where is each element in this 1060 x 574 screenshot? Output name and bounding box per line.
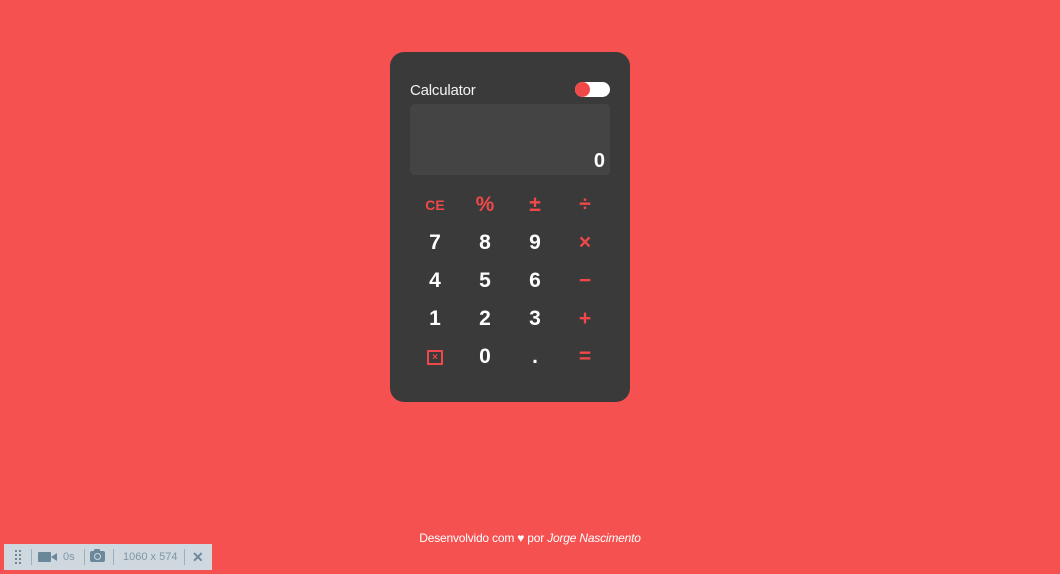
- page: Calculator 0 CE% ± ÷ 7 8 9 × 4 5 6−1 2 3 + × 0. = Desen…: [0, 0, 1060, 574]
- divider: [113, 549, 114, 565]
- author-link[interactable]: Jorge Nascimento: [547, 531, 641, 545]
- footer-credit: Desenvolvido com ♥ por Jorge Nascimento: [0, 531, 1060, 545]
- digit-2-button[interactable]: 2: [460, 300, 510, 338]
- divider: [184, 549, 185, 565]
- camera-icon[interactable]: [90, 549, 105, 562]
- record-timer: 0s: [63, 551, 75, 563]
- percent-button[interactable]: %: [460, 186, 510, 224]
- multiply-button[interactable]: ×: [560, 224, 610, 262]
- drag-handle-icon[interactable]: [15, 550, 23, 564]
- equals-button[interactable]: =: [560, 338, 610, 376]
- digit-5-button[interactable]: 5: [460, 262, 510, 300]
- digit-9-button[interactable]: 9: [510, 224, 560, 262]
- digit-1-button[interactable]: 1: [410, 300, 460, 338]
- digit-8-button[interactable]: 8: [460, 224, 510, 262]
- footer-text: Desenvolvido com ♥ por: [419, 531, 545, 545]
- close-icon[interactable]: ✕: [192, 544, 204, 570]
- digit-3-button[interactable]: 3: [510, 300, 560, 338]
- calculator-title: Calculator: [410, 82, 476, 99]
- digit-6-button[interactable]: 6: [510, 262, 560, 300]
- backspace-button[interactable]: ×: [410, 338, 460, 376]
- theme-toggle[interactable]: [575, 82, 610, 97]
- dev-toolbar: 0s 1060 x 574 ✕: [4, 544, 212, 570]
- clear-entry-button[interactable]: CE: [410, 186, 460, 224]
- digit-0-button[interactable]: 0: [460, 338, 510, 376]
- add-button[interactable]: +: [560, 300, 610, 338]
- backspace-icon: ×: [427, 349, 443, 365]
- video-camera-icon[interactable]: [38, 552, 57, 562]
- decimal-button[interactable]: .: [510, 338, 560, 376]
- divider: [31, 549, 32, 565]
- history-display: [410, 104, 610, 150]
- divide-button[interactable]: ÷: [560, 186, 610, 224]
- subtract-button[interactable]: −: [560, 262, 610, 300]
- calculator-header: Calculator: [410, 80, 610, 104]
- plus-minus-button[interactable]: ±: [510, 186, 560, 224]
- digit-7-button[interactable]: 7: [410, 224, 460, 262]
- digit-4-button[interactable]: 4: [410, 262, 460, 300]
- viewport-size: 1060 x 574: [123, 551, 178, 563]
- result-display: 0: [410, 149, 610, 175]
- toggle-knob: [575, 82, 590, 97]
- divider: [84, 549, 85, 565]
- calculator: Calculator 0 CE% ± ÷ 7 8 9 × 4 5 6−1 2 3 + × 0. =: [390, 52, 630, 402]
